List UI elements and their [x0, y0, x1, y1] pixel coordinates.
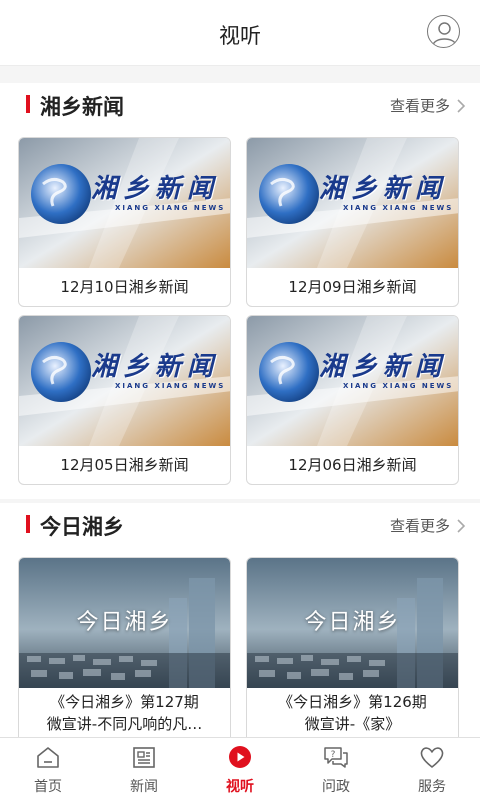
section-title: 今日湘乡: [40, 515, 124, 539]
chat-icon: ?: [324, 747, 348, 768]
newspaper-icon: [133, 747, 155, 768]
user-avatar-icon[interactable]: [427, 15, 460, 48]
top-bar: 视听: [0, 0, 480, 66]
program-thumbnail: 今日湘乡: [247, 558, 458, 688]
section-today-xiangxiang: 今日湘乡 查看更多 今日湘乡 《今日湘乡》第127期 微宣讲-不同凡响的凡… 今…: [0, 503, 480, 737]
play-icon: [229, 746, 251, 768]
tab-label: 新闻: [130, 779, 158, 795]
view-more-link[interactable]: 查看更多: [390, 95, 466, 116]
tab-news[interactable]: 新闻: [96, 738, 192, 800]
news-logo-text: 湘乡新闻: [319, 174, 448, 204]
chevron-right-icon: [457, 98, 466, 113]
tab-label: 服务: [418, 779, 446, 795]
news-card-caption: 12月09日湘乡新闻: [288, 278, 417, 296]
program-card-caption: 《今日湘乡》第126期 微宣讲-《家》: [253, 691, 452, 735]
svg-text:?: ?: [331, 750, 336, 760]
tab-label: 问政: [322, 779, 350, 795]
section-header: 湘乡新闻 查看更多: [0, 83, 480, 127]
news-logo-text: 湘乡新闻: [91, 352, 220, 382]
tab-audio-video[interactable]: 视听: [192, 738, 288, 800]
news-logo-text: 湘乡新闻: [91, 174, 220, 204]
news-thumbnail: 湘乡新闻 XIANG XIANG NEWS: [247, 316, 458, 446]
tab-label: 视听: [226, 779, 254, 795]
program-thumbnail: 今日湘乡: [19, 558, 230, 688]
program-card-caption: 《今日湘乡》第127期 微宣讲-不同凡响的凡…: [25, 691, 224, 735]
page-title: 视听: [219, 24, 261, 48]
view-more-label: 查看更多: [389, 97, 450, 115]
news-thumbnail: 湘乡新闻 XIANG XIANG NEWS: [19, 138, 230, 268]
news-card[interactable]: 湘乡新闻 XIANG XIANG NEWS 12月06日湘乡新闻: [246, 315, 459, 485]
section-header: 今日湘乡 查看更多: [0, 503, 480, 547]
program-thumbnail-text: 今日湘乡: [304, 610, 401, 635]
news-logo-subtext: XIANG XIANG NEWS: [343, 382, 454, 390]
chevron-right-icon: [457, 518, 466, 533]
program-card[interactable]: 今日湘乡 《今日湘乡》第126期 微宣讲-《家》: [246, 557, 459, 737]
content-scroll[interactable]: 湘乡新闻 查看更多 湘乡新闻 XIANG XIANG NEWS 12月10日湘乡…: [0, 67, 480, 737]
home-icon: [37, 747, 59, 768]
news-card-caption: 12月05日湘乡新闻: [60, 456, 189, 474]
news-card[interactable]: 湘乡新闻 XIANG XIANG NEWS 12月05日湘乡新闻: [18, 315, 231, 485]
news-card-caption: 12月10日湘乡新闻: [60, 278, 189, 296]
program-subtitle-line: 微宣讲-不同凡响的凡…: [46, 715, 203, 733]
bottom-tab-bar: 首页 新闻 视听 ? 问政 服务: [0, 737, 480, 800]
news-thumbnail: 湘乡新闻 XIANG XIANG NEWS: [19, 316, 230, 446]
tab-home[interactable]: 首页: [0, 738, 96, 800]
section-marker: [26, 95, 30, 113]
news-logo-subtext: XIANG XIANG NEWS: [343, 204, 454, 212]
program-subtitle-line: 微宣讲-《家》: [304, 715, 401, 733]
heart-icon: [420, 747, 444, 768]
view-more-link[interactable]: 查看更多: [390, 515, 466, 536]
news-card[interactable]: 湘乡新闻 XIANG XIANG NEWS 12月09日湘乡新闻: [246, 137, 459, 307]
section-xiangxiang-news: 湘乡新闻 查看更多 湘乡新闻 XIANG XIANG NEWS 12月10日湘乡…: [0, 83, 480, 499]
program-card[interactable]: 今日湘乡 《今日湘乡》第127期 微宣讲-不同凡响的凡…: [18, 557, 231, 737]
program-title-line: 《今日湘乡》第126期: [278, 693, 427, 711]
section-marker: [26, 515, 30, 533]
program-title-line: 《今日湘乡》第127期: [50, 693, 199, 711]
app: 视听 湘乡新闻 查看更多 湘乡新闻 XIANG XIANG NEWS 12月10…: [0, 0, 480, 800]
tab-services[interactable]: 服务: [384, 738, 480, 800]
tab-label: 首页: [34, 779, 62, 795]
news-logo-subtext: XIANG XIANG NEWS: [115, 204, 226, 212]
news-card[interactable]: 湘乡新闻 XIANG XIANG NEWS 12月10日湘乡新闻: [18, 137, 231, 307]
news-card-caption: 12月06日湘乡新闻: [288, 456, 417, 474]
news-logo-subtext: XIANG XIANG NEWS: [115, 382, 226, 390]
tab-inquiry[interactable]: ? 问政: [288, 738, 384, 800]
news-thumbnail: 湘乡新闻 XIANG XIANG NEWS: [247, 138, 458, 268]
program-thumbnail-text: 今日湘乡: [76, 610, 173, 635]
news-logo-text: 湘乡新闻: [319, 352, 448, 382]
section-title: 湘乡新闻: [40, 95, 124, 119]
view-more-label: 查看更多: [389, 517, 450, 535]
